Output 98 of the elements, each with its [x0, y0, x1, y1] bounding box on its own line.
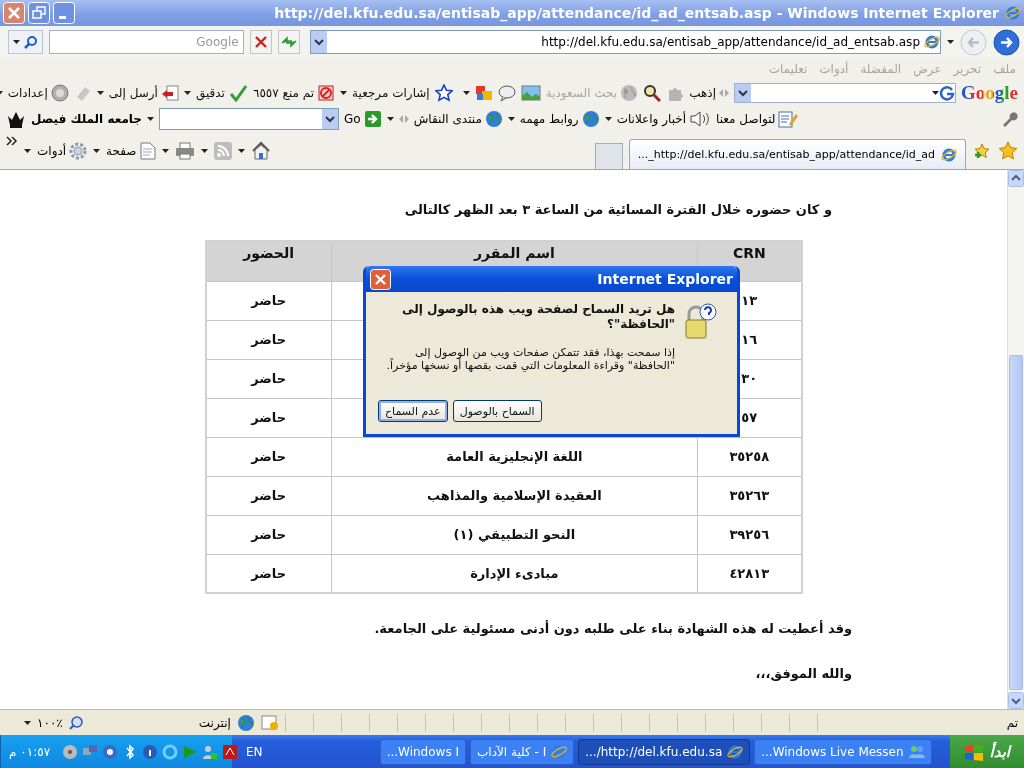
chat-icon[interactable] [497, 83, 516, 102]
toolbar-button[interactable]: أرسل إلى [108, 83, 179, 102]
caret-icon[interactable] [947, 37, 954, 47]
scroll-down-button[interactable] [1008, 692, 1024, 709]
toolbar-button[interactable]: Go [344, 109, 382, 128]
magnifier-icon[interactable] [643, 83, 662, 102]
dialog-button[interactable]: عدم السماح [378, 400, 448, 422]
zoom-level[interactable]: ١٠٠٪ [37, 715, 63, 730]
chevron-down-icon[interactable] [735, 83, 751, 102]
go-icon [363, 109, 382, 128]
stop-button[interactable] [249, 30, 272, 54]
closing-text: وقد أعطيت له هذه الشهادة بناء على طلبه دون أدنى مسئولية على الجامعة. [373, 619, 853, 638]
browser-icon [551, 743, 568, 760]
window-title: http://del.kfu.edu.sa/entisab_app/attendance/id_ad_entsab.asp - Windows Internet Explorer [274, 5, 1000, 21]
toolbar-button[interactable]: جامعه الملك فيصل [31, 111, 143, 126]
arrows-icon [398, 113, 409, 124]
globe-icon [581, 109, 600, 128]
circle-icon[interactable] [102, 743, 119, 760]
settings-icon [69, 141, 88, 160]
browser-icon [727, 743, 744, 760]
chevron-down-icon[interactable] [322, 108, 339, 129]
windows-flag-icon [963, 742, 984, 761]
zone-label: إنترنت [198, 715, 231, 730]
minimize-button[interactable] [53, 2, 75, 24]
scroll-up-button[interactable] [1008, 170, 1024, 187]
search-button[interactable] [8, 30, 43, 54]
search-field[interactable]: Google [49, 30, 244, 54]
toolbar-button[interactable]: إعدادات [7, 83, 69, 102]
toolbar-button[interactable]: تدقيق [195, 83, 248, 102]
toolbar-button[interactable]: منتدى النقاش [413, 109, 503, 128]
note-icon [778, 109, 799, 128]
toolbar-search-field[interactable] [734, 82, 956, 103]
browser-icon [924, 34, 940, 50]
zoom-icon[interactable] [68, 715, 83, 730]
scrollbar-thumb[interactable] [1009, 355, 1023, 690]
toolbar-button[interactable]: تم منع ٦٥٥٧ [252, 83, 336, 102]
chevron-down-icon[interactable] [310, 31, 327, 53]
dialog-question: هل تريد السماح لصفحة ويب هذه بالوصول إلى "الحافظة"؟ [401, 302, 675, 332]
toolbar-button[interactable]: إشارات مرجعية [352, 85, 430, 100]
status-text: تم [1006, 715, 1018, 730]
toolbar-button[interactable]: صفحة [106, 141, 156, 160]
blocks-icon[interactable] [474, 83, 493, 102]
globe-icon [484, 109, 503, 128]
search-icon [24, 35, 38, 49]
refresh-button[interactable] [277, 30, 300, 54]
links-combo-field[interactable] [159, 107, 340, 130]
start-button[interactable]: ابدأ [949, 735, 1024, 768]
toolbar-button[interactable]: أخبار واعلانات [616, 110, 712, 127]
column-header: الحضور [205, 241, 332, 281]
taskbar-button[interactable]: ...Windows I [379, 738, 466, 765]
protected-mode-icon [260, 714, 279, 731]
info-icon[interactable] [142, 743, 159, 760]
picture-icon[interactable] [520, 84, 541, 101]
restore-button[interactable] [28, 2, 50, 24]
caret-icon[interactable] [13, 37, 20, 47]
language-indicator[interactable]: EN [246, 744, 263, 759]
disc-icon[interactable] [62, 743, 79, 760]
speaker-icon [689, 110, 712, 127]
table-cell: ٣٥٢٦٣ [697, 476, 802, 515]
home-icon[interactable] [250, 140, 271, 161]
intro-text: و كان حضوره خلال الفترة المسائية من الساعة ٣ بعد الظهر كالتالى [403, 201, 833, 219]
arrows-icon [719, 87, 729, 98]
toolbar-button[interactable]: أدوات [37, 141, 88, 160]
toolbar-button[interactable]: روابط مهمه [519, 109, 600, 128]
dialog-button[interactable]: السماح بالوصول [452, 400, 542, 422]
signoff-text: والله الموفق،،، [754, 665, 853, 683]
globe-icon [236, 713, 255, 732]
browser-icon [1005, 5, 1021, 21]
browser-tab[interactable]: ..._http://del.kfu.edu.sa/entisab_app/attendance/id_ad [628, 139, 966, 169]
address-field[interactable]: http://del.kfu.edu.sa/entisab_app/attendance/id_ad_entsab.asp [309, 30, 941, 54]
toolbar-button[interactable]: لتواصل معنا [716, 109, 799, 128]
dialog-message: إذا سمحت بهذا، فقد تتمكن صفحات ويب من الوصول إلى "الحافظة" وقراءة المعلومات التي قمت بقصها أو نسخها مؤخراً. [385, 346, 675, 372]
spell-check-icon [227, 83, 248, 102]
url-input[interactable]: http://del.kfu.edu.sa/entisab_app/attendance/id_ad_entsab.asp [326, 32, 924, 52]
print-icon[interactable] [174, 141, 195, 160]
pdf-icon[interactable] [222, 743, 239, 760]
taskbar-button[interactable]: ...Windows Live Messen [754, 738, 932, 765]
toolbar-button[interactable]: إذهب [689, 85, 729, 100]
chevron-icon[interactable] [6, 136, 18, 146]
lock-question-icon [683, 302, 717, 340]
search-engine-icon [939, 84, 955, 101]
table-cell: العقيدة الإسلامية والمذاهب [331, 476, 698, 515]
globe-icon [620, 83, 639, 102]
browser-icon [941, 146, 957, 163]
page-icon [139, 141, 156, 160]
table-cell: ٣٩٢٥٦ [697, 515, 802, 554]
close-button[interactable] [370, 268, 391, 290]
forward-button[interactable] [993, 28, 1020, 56]
taskbar-button[interactable]: .../http://del.kfu.edu.sa [578, 738, 751, 765]
people-icon [908, 743, 925, 760]
star-icon[interactable] [434, 83, 453, 102]
settings-icon [50, 83, 69, 102]
send-icon [160, 83, 179, 102]
taskbar-button[interactable]: كلية الآداب - I [470, 738, 575, 765]
table-cell: النحو التطبيقي (١) [331, 515, 698, 554]
favorites-star-icon[interactable] [998, 140, 1018, 161]
blocked-popup-icon [317, 83, 336, 102]
close-button[interactable] [3, 2, 25, 24]
